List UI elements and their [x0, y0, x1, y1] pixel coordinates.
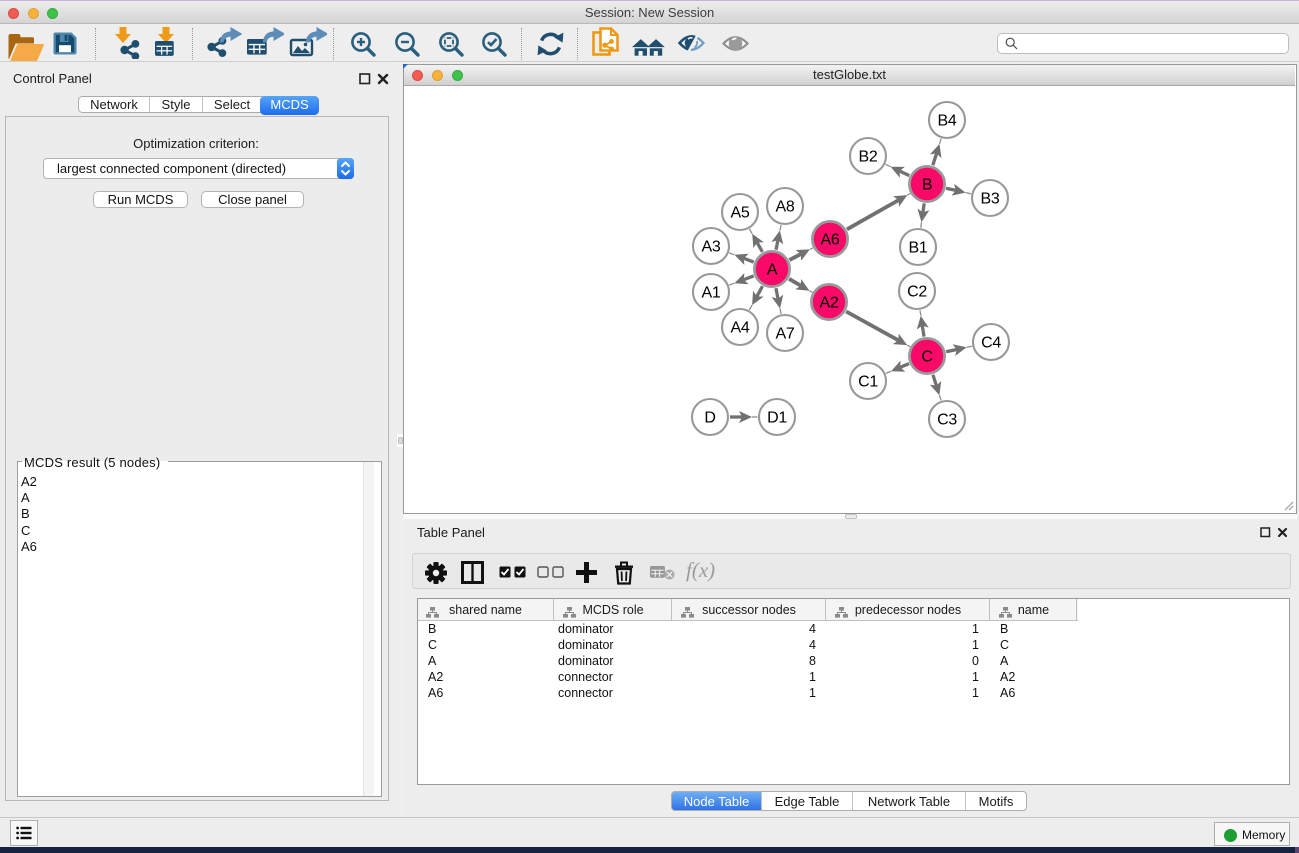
svg-text:A5: A5	[731, 205, 750, 222]
svg-text:A2: A2	[820, 295, 839, 312]
svg-text:B1: B1	[909, 240, 928, 257]
svg-text:C: C	[921, 349, 932, 366]
svg-text:A4: A4	[731, 320, 750, 337]
svg-text:C4: C4	[981, 335, 1001, 352]
svg-text:D: D	[704, 410, 715, 427]
svg-text:A1: A1	[702, 285, 721, 302]
svg-text:B: B	[922, 177, 932, 194]
svg-text:A: A	[767, 262, 778, 279]
svg-text:B2: B2	[859, 149, 878, 166]
svg-text:D1: D1	[767, 410, 787, 427]
svg-text:B3: B3	[981, 191, 1000, 208]
svg-text:A3: A3	[702, 239, 721, 256]
svg-text:A7: A7	[776, 326, 795, 343]
svg-text:A6: A6	[821, 232, 840, 249]
svg-text:C2: C2	[907, 284, 927, 301]
svg-text:C1: C1	[858, 374, 878, 391]
svg-text:A8: A8	[776, 199, 795, 216]
svg-text:C3: C3	[937, 412, 957, 429]
svg-text:B4: B4	[938, 113, 957, 130]
